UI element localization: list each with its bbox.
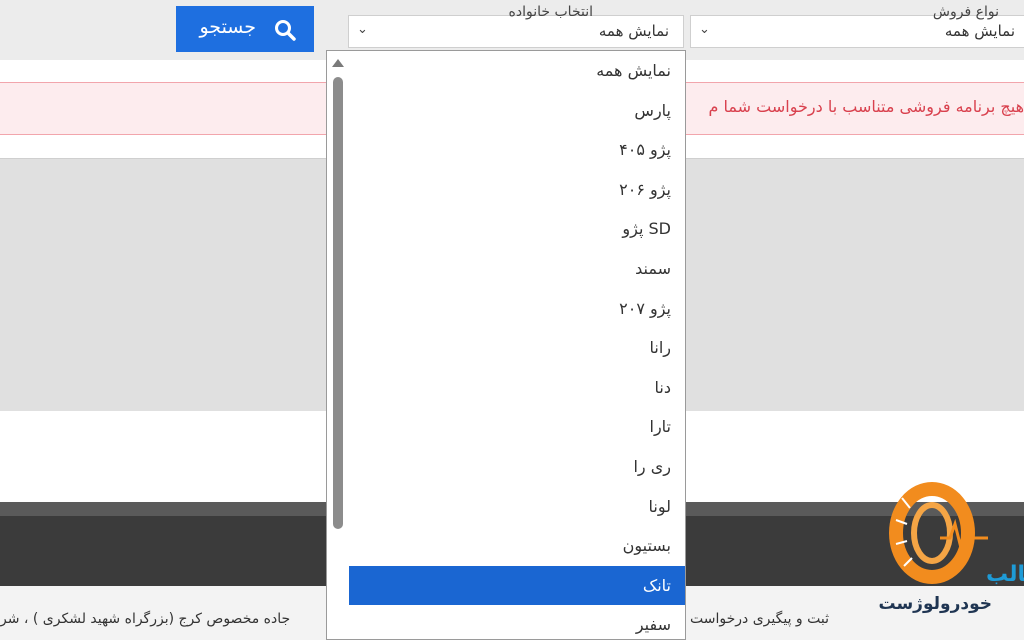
alert-text: هیچ برنامه فروشی متناسب با درخواست شما م [708, 97, 1024, 116]
tire-logo-icon [889, 482, 988, 584]
family-dropdown-list[interactable]: نمایش همه پارس پژو ۴۰۵ پژو ۲۰۶ SD پژو سمند پژو… [326, 50, 686, 640]
sale-type-value: نمایش همه [944, 22, 1015, 40]
dropdown-option[interactable]: SD پژو [349, 209, 685, 249]
family-select[interactable]: انتخاب خانواده نمایش همه ⌄ [348, 4, 684, 48]
dropdown-option[interactable]: پژو ۲۰۷ [349, 289, 685, 329]
family-label: انتخاب خانواده [508, 4, 593, 20]
sale-type-select[interactable]: نواع فروش نمایش همه ⌄ [690, 4, 1024, 48]
dropdown-option[interactable]: بستیون [349, 526, 685, 566]
chevron-down-icon: ⌄ [699, 22, 710, 37]
dropdown-option[interactable]: لونا [349, 487, 685, 527]
dropdown-option[interactable]: پارس [349, 91, 685, 131]
dropdown-option[interactable]: ری را [349, 447, 685, 487]
dropdown-option[interactable]: تارا [349, 407, 685, 447]
search-icon [275, 20, 296, 41]
footer-address: جاده مخصوص کرج (بزرگراه شهید لشکری ) ، ش… [0, 611, 291, 627]
dropdown-option[interactable]: سفیر [349, 605, 685, 639]
sale-type-label: نواع فروش [932, 4, 999, 20]
search-button[interactable]: جستجو [176, 6, 314, 52]
dropdown-option[interactable]: سمند [349, 249, 685, 289]
logo-text: خودرولوژست [878, 594, 992, 614]
dropdown-option[interactable]: تانک [349, 565, 685, 606]
scroll-up-arrow-icon[interactable] [332, 59, 344, 67]
dropdown-options: نمایش همه پارس پژو ۴۰۵ پژو ۲۰۶ SD پژو سمند پژو… [349, 51, 685, 639]
dropdown-option[interactable]: نمایش همه [349, 51, 685, 91]
logo-partial-text: طالب [986, 562, 1024, 587]
dropdown-option[interactable]: پژو ۲۰۶ [349, 170, 685, 210]
chevron-down-icon: ⌄ [357, 22, 368, 37]
dropdown-option[interactable]: پژو ۴۰۵ [349, 130, 685, 170]
family-value: نمایش همه [598, 22, 669, 40]
dropdown-scrollbar[interactable] [327, 51, 349, 639]
dropdown-option[interactable]: دنا [349, 368, 685, 408]
search-button-label: جستجو [199, 16, 256, 38]
scrollbar-thumb[interactable] [333, 77, 343, 529]
dropdown-option[interactable]: رانا [349, 328, 685, 368]
